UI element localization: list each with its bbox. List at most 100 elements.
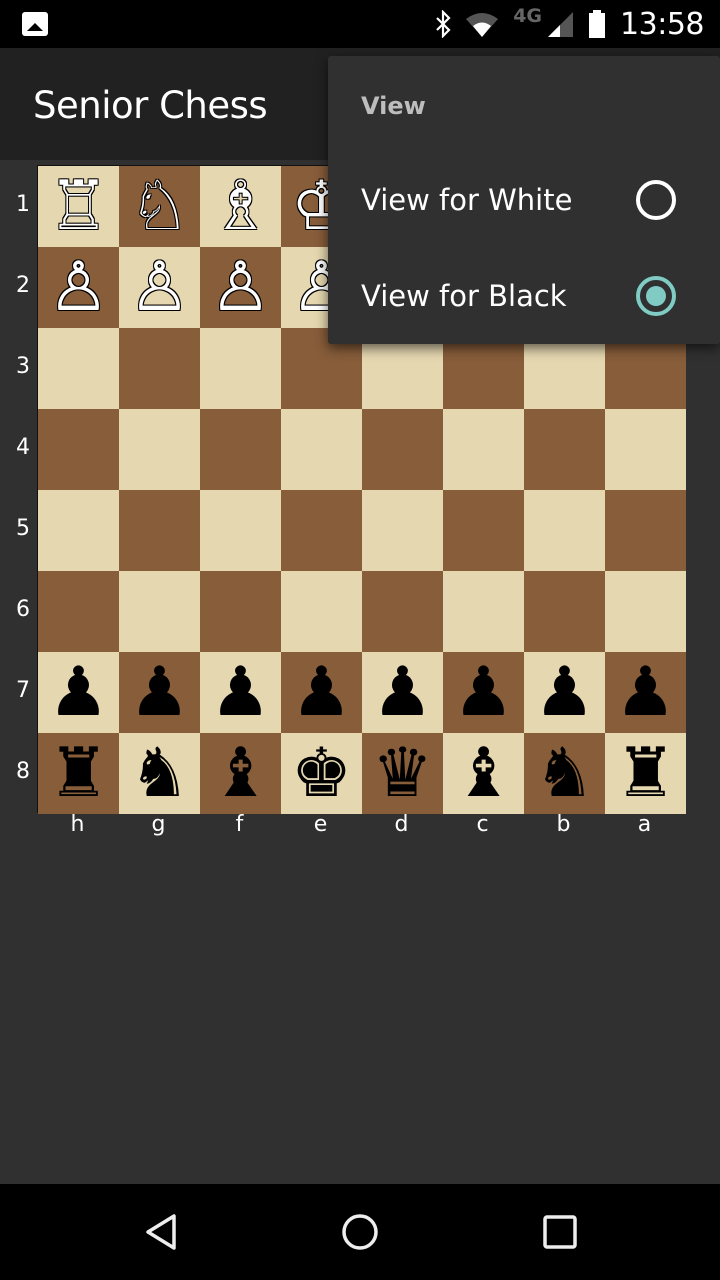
square-c7[interactable]: ♟ (443, 652, 524, 733)
rank-label: 2 (16, 273, 30, 298)
bluetooth-icon (436, 10, 451, 38)
chess-piece[interactable]: ♟ (291, 658, 352, 727)
chess-piece[interactable]: ♙ (210, 253, 271, 322)
chess-piece[interactable]: ♞ (129, 739, 190, 808)
square-e4[interactable] (281, 409, 362, 490)
square-b5[interactable] (524, 490, 605, 571)
menu-item-label: View for Black (361, 279, 567, 313)
square-f1[interactable]: ♗ (200, 166, 281, 247)
rank-label: 4 (16, 435, 30, 460)
square-g8[interactable]: ♞ (119, 733, 200, 814)
square-h6[interactable] (38, 571, 119, 652)
chess-piece[interactable]: ♝ (210, 739, 271, 808)
square-f8[interactable]: ♝ (200, 733, 281, 814)
square-c4[interactable] (443, 409, 524, 490)
square-h8[interactable]: ♜ (38, 733, 119, 814)
network-type: 4G (513, 5, 543, 27)
file-label: a (637, 812, 652, 837)
home-button-icon[interactable] (340, 1212, 380, 1252)
navigation-bar (0, 1184, 720, 1280)
chess-piece[interactable]: ♛ (372, 739, 433, 808)
chess-piece[interactable]: ♟ (129, 658, 190, 727)
file-label: c (476, 812, 489, 837)
square-b8[interactable]: ♞ (524, 733, 605, 814)
square-f3[interactable] (200, 328, 281, 409)
square-c8[interactable]: ♝ (443, 733, 524, 814)
square-h1[interactable]: ♖ (38, 166, 119, 247)
recents-button-icon[interactable] (540, 1212, 580, 1252)
chess-piece[interactable]: ♙ (48, 253, 109, 322)
chess-piece[interactable]: ♘ (129, 172, 190, 241)
square-e5[interactable] (281, 490, 362, 571)
square-g6[interactable] (119, 571, 200, 652)
chess-piece[interactable]: ♜ (615, 739, 676, 808)
chess-piece[interactable]: ♟ (615, 658, 676, 727)
square-b7[interactable]: ♟ (524, 652, 605, 733)
rank-label: 7 (16, 678, 30, 703)
square-d6[interactable] (362, 571, 443, 652)
rank-label: 3 (16, 354, 30, 379)
chess-piece[interactable]: ♟ (372, 658, 433, 727)
square-h7[interactable]: ♟ (38, 652, 119, 733)
square-b6[interactable] (524, 571, 605, 652)
chess-piece[interactable]: ♚ (291, 739, 352, 808)
rank-label: 1 (16, 192, 30, 217)
square-g1[interactable]: ♘ (119, 166, 200, 247)
square-g4[interactable] (119, 409, 200, 490)
back-button-icon[interactable] (140, 1212, 180, 1252)
menu-item-label: View for White (361, 183, 573, 217)
file-label: f (235, 812, 244, 837)
chess-piece[interactable]: ♟ (453, 658, 514, 727)
square-a5[interactable] (605, 490, 686, 571)
chess-piece[interactable]: ♖ (48, 172, 109, 241)
square-d8[interactable]: ♛ (362, 733, 443, 814)
square-f5[interactable] (200, 490, 281, 571)
square-e6[interactable] (281, 571, 362, 652)
square-a8[interactable]: ♜ (605, 733, 686, 814)
square-e8[interactable]: ♚ (281, 733, 362, 814)
square-d4[interactable] (362, 409, 443, 490)
file-label: g (151, 812, 166, 837)
square-g3[interactable] (119, 328, 200, 409)
square-b4[interactable] (524, 409, 605, 490)
radio-button-view-for-black[interactable] (636, 276, 676, 316)
square-d5[interactable] (362, 490, 443, 571)
square-a7[interactable]: ♟ (605, 652, 686, 733)
square-g2[interactable]: ♙ (119, 247, 200, 328)
square-f2[interactable]: ♙ (200, 247, 281, 328)
chess-piece[interactable]: ♟ (210, 658, 271, 727)
signal-icon (548, 12, 574, 37)
square-g5[interactable] (119, 490, 200, 571)
square-f4[interactable] (200, 409, 281, 490)
square-c6[interactable] (443, 571, 524, 652)
square-h4[interactable] (38, 409, 119, 490)
square-f6[interactable] (200, 571, 281, 652)
view-menu: View View for White View for Black (328, 56, 720, 344)
square-c5[interactable] (443, 490, 524, 571)
square-f7[interactable]: ♟ (200, 652, 281, 733)
square-g7[interactable]: ♟ (119, 652, 200, 733)
square-h3[interactable] (38, 328, 119, 409)
square-d7[interactable]: ♟ (362, 652, 443, 733)
square-a6[interactable] (605, 571, 686, 652)
battery-icon (589, 10, 606, 38)
gallery-notification-icon (22, 12, 48, 36)
chess-piece[interactable]: ♙ (129, 253, 190, 322)
chess-piece[interactable]: ♟ (48, 658, 109, 727)
radio-button-view-for-white[interactable] (636, 180, 676, 220)
chess-piece[interactable]: ♞ (534, 739, 595, 808)
square-a4[interactable] (605, 409, 686, 490)
chess-piece[interactable]: ♜ (48, 739, 109, 808)
rank-label: 8 (16, 759, 30, 784)
chess-piece[interactable]: ♟ (534, 658, 595, 727)
square-e7[interactable]: ♟ (281, 652, 362, 733)
menu-item-view-for-white[interactable]: View for White (328, 152, 720, 248)
status-bar: 4G 13:58 (0, 0, 720, 48)
square-h2[interactable]: ♙ (38, 247, 119, 328)
rank-label: 6 (16, 597, 30, 622)
app-title: Senior Chess (33, 84, 268, 127)
square-h5[interactable] (38, 490, 119, 571)
chess-piece[interactable]: ♗ (210, 172, 271, 241)
menu-item-view-for-black[interactable]: View for Black (328, 248, 720, 344)
chess-piece[interactable]: ♝ (453, 739, 514, 808)
